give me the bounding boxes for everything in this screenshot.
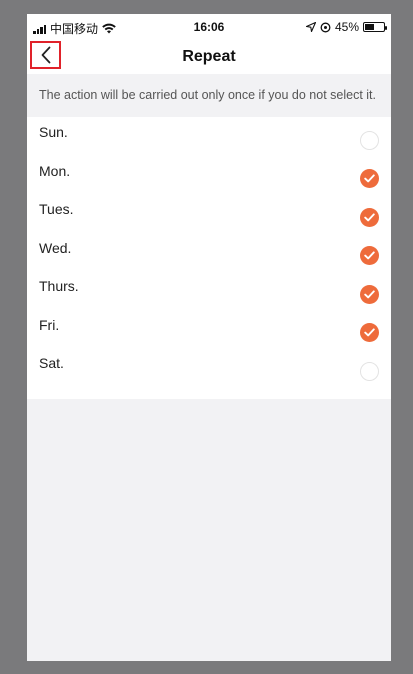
day-row-mon[interactable]: Mon.	[27, 156, 391, 195]
day-row-thurs[interactable]: Thurs.	[27, 271, 391, 310]
day-label: Thurs.	[39, 278, 79, 295]
checked-circle-icon[interactable]	[360, 207, 379, 227]
day-row-wed[interactable]: Wed.	[27, 233, 391, 272]
checked-circle-icon[interactable]	[360, 284, 379, 304]
day-list: Sun. Mon. Tues. Wed. Thurs. Fri. Sat.	[27, 117, 391, 399]
day-row-tues[interactable]: Tues.	[27, 194, 391, 233]
checked-circle-icon[interactable]	[360, 323, 379, 343]
day-label: Wed.	[39, 239, 72, 256]
unchecked-circle-icon[interactable]	[360, 361, 379, 381]
status-bar: 中国移动 16:06 45%	[27, 14, 391, 40]
repeat-hint-text: The action will be carried out only once…	[27, 74, 391, 117]
day-row-fri[interactable]: Fri.	[27, 310, 391, 349]
day-label: Sat.	[39, 355, 64, 372]
status-right: 45%	[305, 20, 387, 34]
day-row-sat[interactable]: Sat.	[27, 348, 391, 387]
checked-circle-icon[interactable]	[360, 246, 379, 266]
battery-percent: 45%	[334, 20, 359, 34]
checked-circle-icon[interactable]	[360, 169, 379, 189]
battery-icon	[363, 22, 387, 32]
alarm-lock-icon	[320, 22, 331, 32]
page-title: Repeat	[182, 48, 236, 65]
day-label: Fri.	[39, 316, 60, 333]
day-label: Tues.	[39, 201, 74, 218]
nav-bar: Repeat	[27, 40, 391, 74]
day-label: Sun.	[39, 124, 68, 141]
day-label: Mon.	[39, 162, 71, 179]
day-row-sun[interactable]: Sun.	[27, 117, 391, 156]
unchecked-circle-icon[interactable]	[360, 130, 379, 150]
location-arrow-icon	[305, 22, 316, 32]
phone-screen: 中国移动 16:06 45% Repeat The action will be…	[27, 14, 391, 661]
list-bottom-padding	[27, 386, 391, 399]
